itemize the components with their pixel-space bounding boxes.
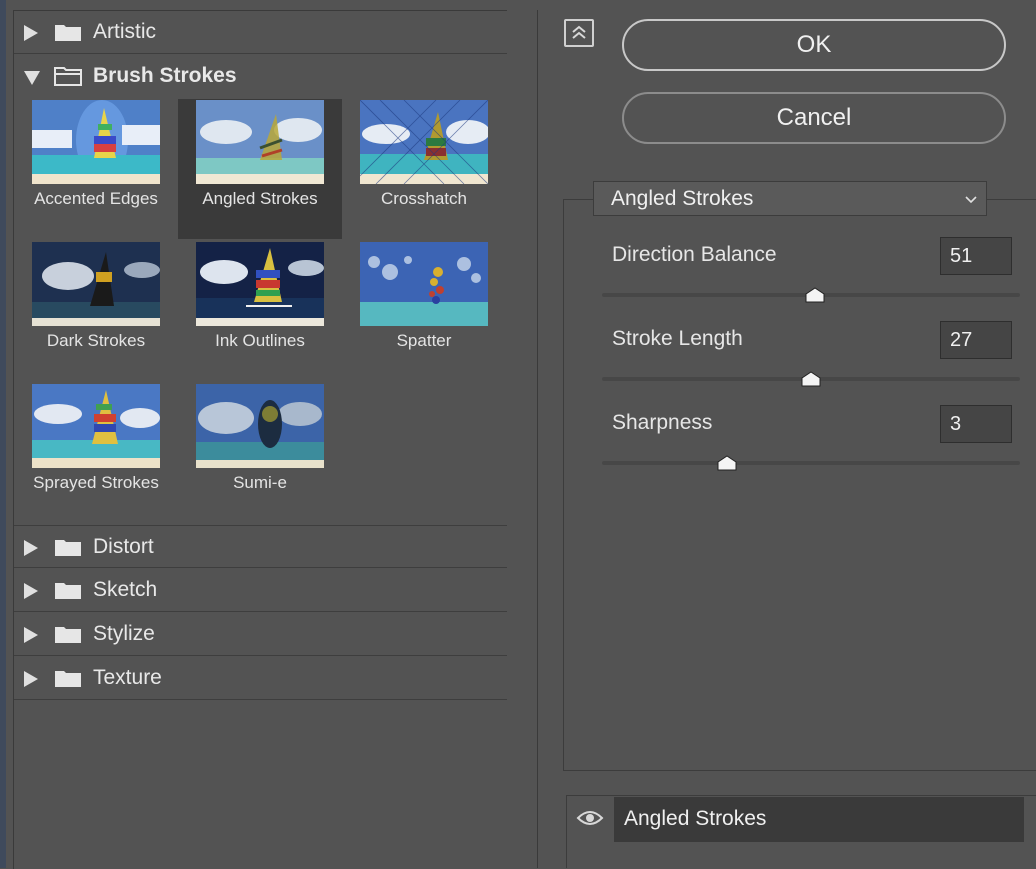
thumbnail-sumi-e[interactable]: Sumi-e — [178, 383, 324, 523]
open-folder-icon — [54, 67, 82, 86]
thumbnail-label: Sumi-e — [233, 473, 287, 492]
slider-thumb-icon[interactable] — [801, 371, 821, 387]
param-label-direction-balance: Direction Balance — [612, 243, 777, 266]
category-label: Texture — [93, 666, 162, 689]
category-stylize[interactable]: Stylize — [14, 613, 507, 656]
folder-icon — [55, 25, 81, 41]
panel-divider — [537, 10, 538, 868]
thumbnail-label: Ink Outlines — [215, 331, 305, 350]
category-artistic[interactable]: Artistic — [14, 11, 507, 54]
stroke-length-input[interactable]: 27 — [940, 321, 1012, 359]
thumbnail-spatter[interactable]: Spatter — [342, 241, 488, 381]
window-edge — [0, 0, 6, 868]
thumbnail-ink-outlines[interactable]: Ink Outlines — [178, 241, 324, 381]
thumbnail-image — [196, 100, 324, 184]
thumbnail-image — [32, 242, 160, 326]
expand-triangle-icon[interactable] — [24, 627, 38, 643]
thumbnail-image — [32, 100, 160, 184]
category-label: Sketch — [93, 578, 158, 601]
thumbnail-dark-strokes[interactable]: Dark Strokes — [14, 241, 160, 381]
param-label-sharpness: Sharpness — [612, 411, 713, 434]
thumbnail-image — [196, 242, 324, 326]
thumbnail-label: Crosshatch — [381, 189, 467, 208]
thumbnail-label: Angled Strokes — [202, 189, 318, 208]
thumbnail-label: Sprayed Strokes — [33, 473, 159, 492]
thumbnail-image — [32, 384, 160, 468]
chevron-down-icon — [965, 196, 977, 204]
category-label: Stylize — [93, 622, 155, 645]
thumbnail-label: Accented Edges — [34, 189, 158, 208]
folder-icon — [55, 583, 81, 599]
filter-select-value: Angled Strokes — [611, 187, 754, 210]
category-texture[interactable]: Texture — [14, 657, 507, 700]
thumbnail-image — [360, 242, 488, 326]
folder-icon — [55, 671, 81, 687]
slider-thumb-icon[interactable] — [717, 455, 737, 471]
expand-triangle-icon[interactable] — [24, 25, 38, 41]
direction-balance-input[interactable]: 51 — [940, 237, 1012, 275]
ok-button[interactable]: OK — [622, 19, 1006, 71]
category-label: Brush Strokes — [93, 64, 237, 87]
filter-select[interactable]: Angled Strokes — [593, 181, 987, 216]
filter-settings-panel — [563, 199, 1036, 771]
sharpness-input[interactable]: 3 — [940, 405, 1012, 443]
effect-layer-row[interactable]: Angled Strokes — [614, 797, 1024, 842]
expand-triangle-icon[interactable] — [24, 540, 38, 556]
thumbnail-accented-edges[interactable]: Accented Edges — [14, 99, 160, 239]
eye-icon[interactable] — [576, 808, 604, 828]
collapse-triangle-icon[interactable] — [24, 71, 40, 85]
category-label: Distort — [93, 535, 154, 558]
effect-layer-name: Angled Strokes — [624, 807, 767, 830]
category-brush-strokes[interactable]: Brush Strokes — [14, 55, 507, 98]
thumbnail-image — [360, 100, 488, 184]
thumbnail-image — [196, 384, 324, 468]
param-label-stroke-length: Stroke Length — [612, 327, 743, 350]
collapse-panel-icon[interactable] — [564, 19, 594, 47]
expand-triangle-icon[interactable] — [24, 671, 38, 687]
slider-thumb-icon[interactable] — [805, 287, 825, 303]
folder-icon — [55, 627, 81, 643]
thumbnail-angled-strokes[interactable]: Angled Strokes — [178, 99, 342, 239]
sharpness-slider[interactable] — [602, 461, 1020, 465]
cancel-button[interactable]: Cancel — [622, 92, 1006, 144]
folder-icon — [55, 540, 81, 556]
thumbnail-label: Spatter — [396, 331, 452, 350]
category-label: Artistic — [93, 20, 156, 43]
expand-triangle-icon[interactable] — [24, 583, 38, 599]
thumbnail-label: Dark Strokes — [46, 331, 146, 350]
filter-gallery-list: Artistic Brush Strokes Accented Edges An… — [13, 10, 507, 869]
thumbnail-sprayed-strokes[interactable]: Sprayed Strokes — [14, 383, 160, 523]
thumbnail-crosshatch[interactable]: Crosshatch — [342, 99, 488, 239]
category-distort[interactable]: Distort — [14, 525, 507, 568]
category-sketch[interactable]: Sketch — [14, 569, 507, 612]
